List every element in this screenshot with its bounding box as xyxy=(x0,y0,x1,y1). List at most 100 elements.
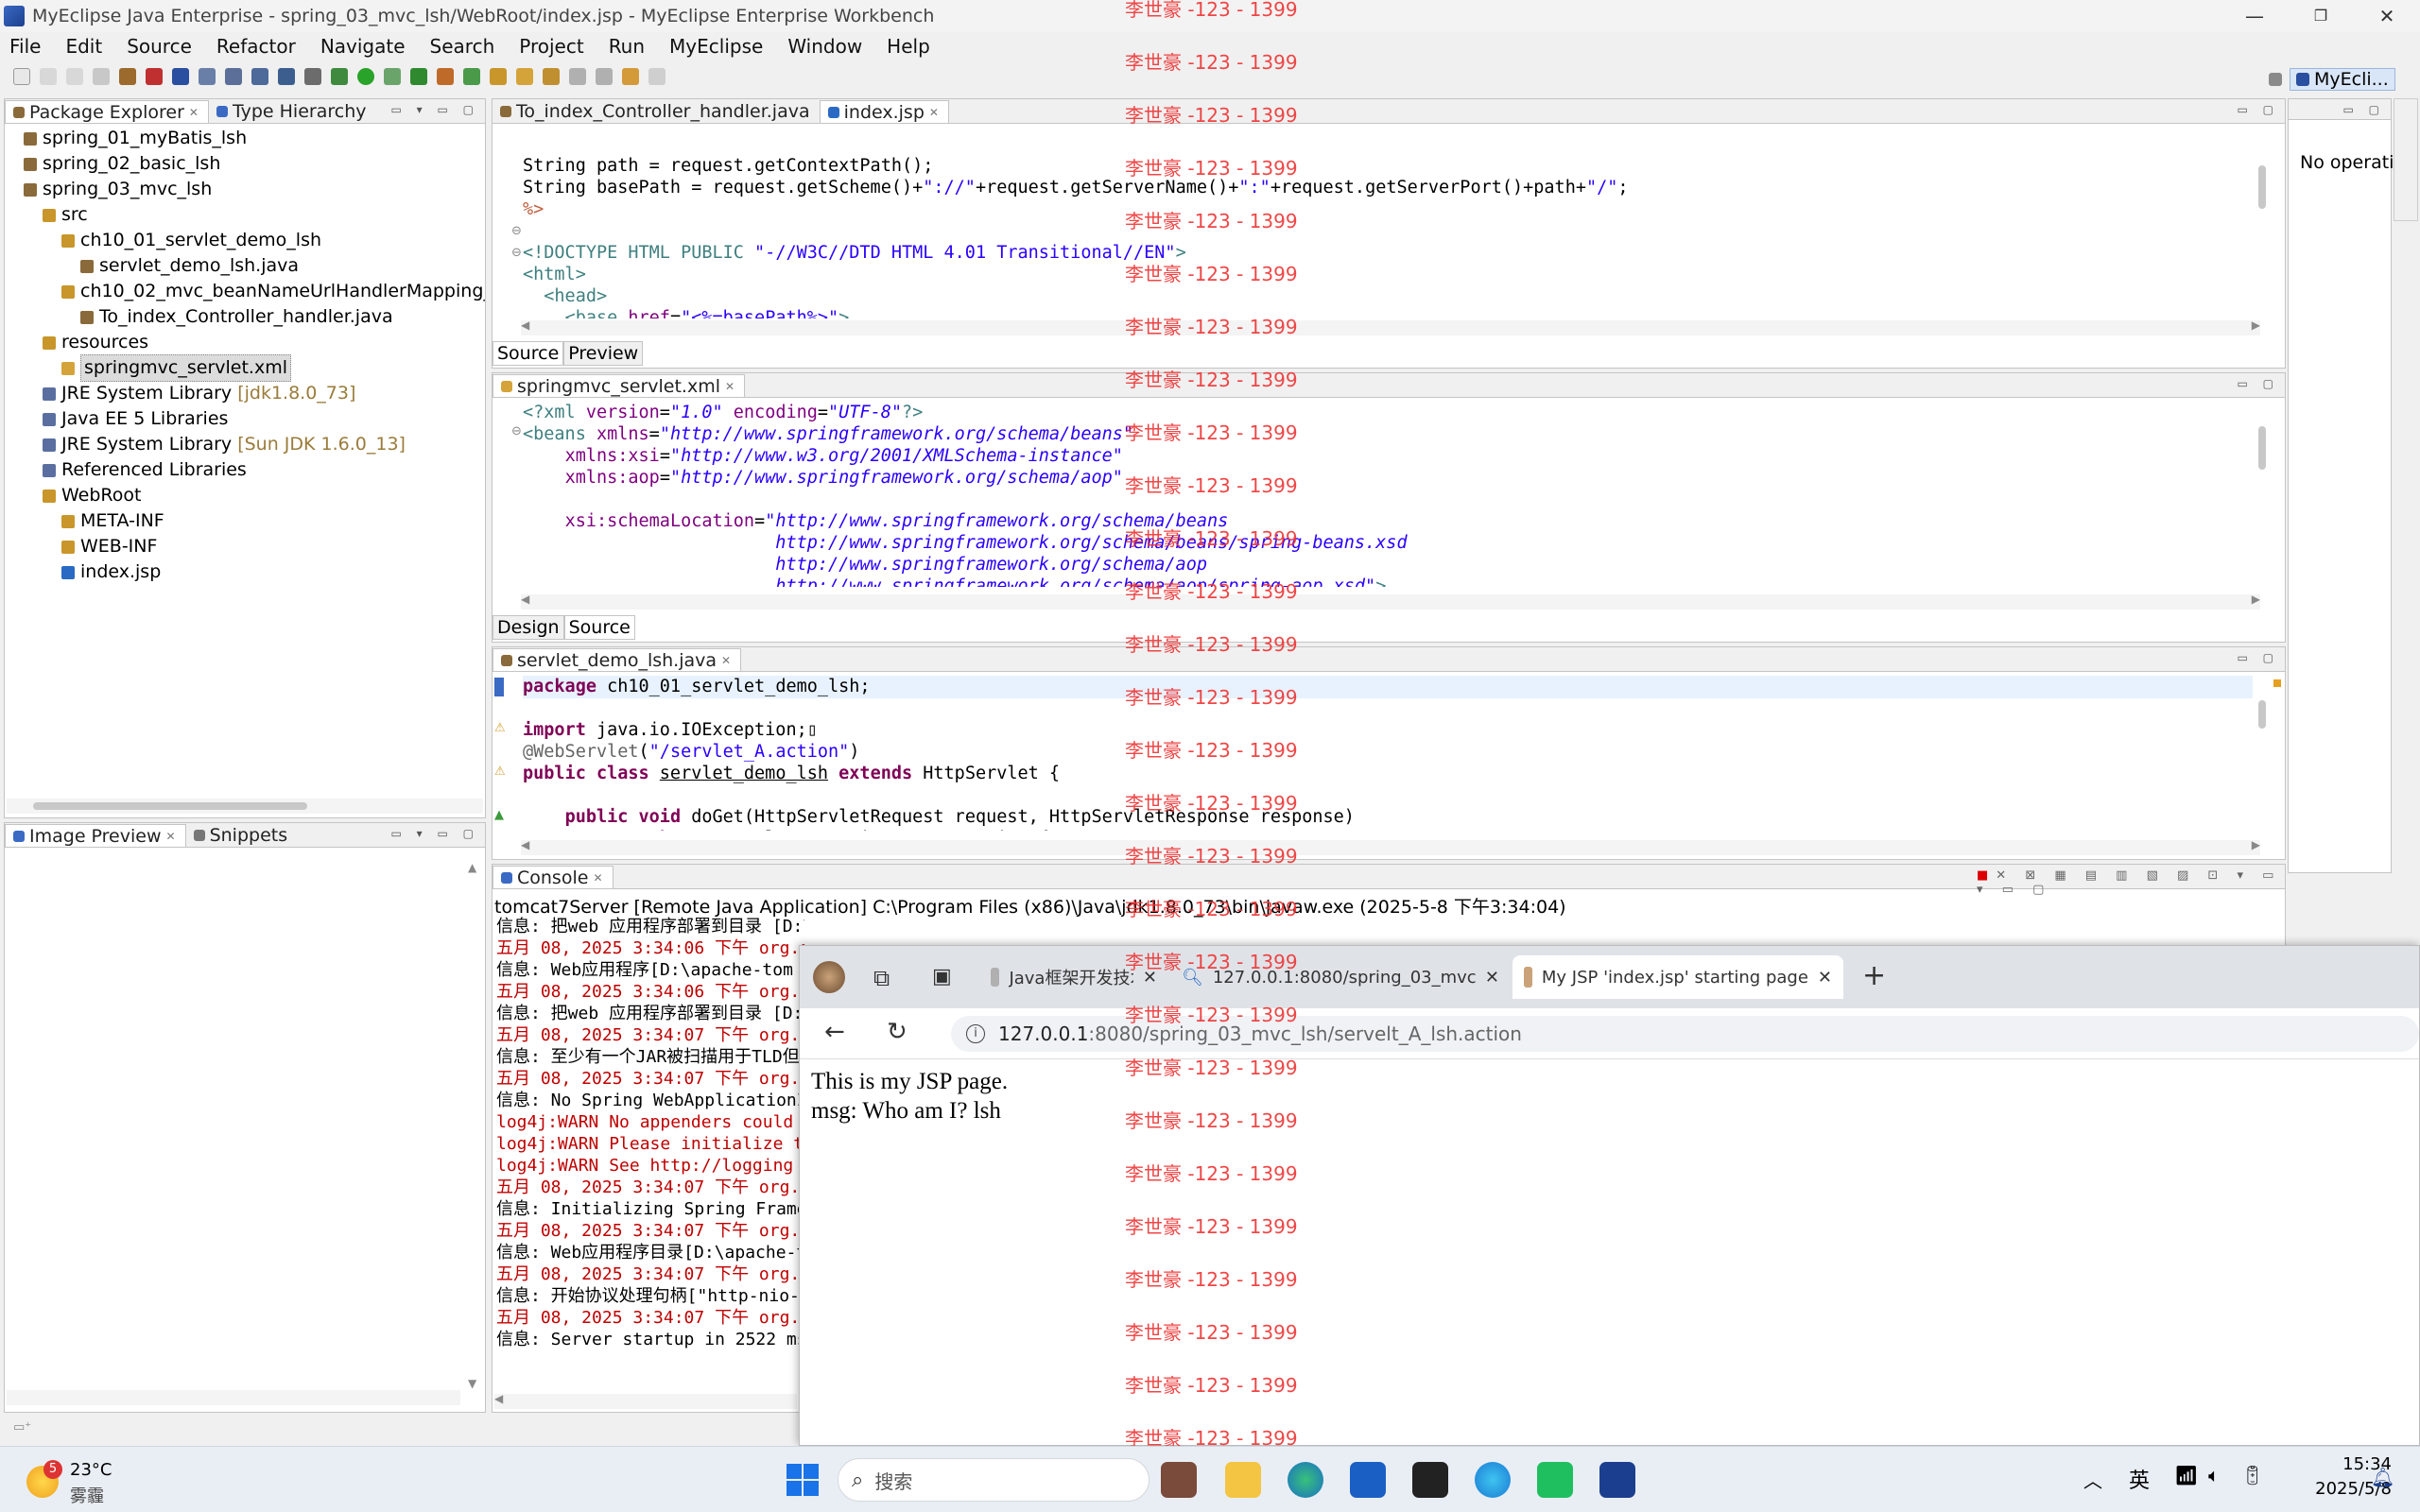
tree-item-file-springmvc-xml[interactable]: springmvc_servlet.xml xyxy=(61,354,291,382)
tree-item-file-index-jsp[interactable]: index.jsp xyxy=(61,559,161,585)
myeclipse-taskbar-icon[interactable] xyxy=(1599,1462,1635,1498)
show-hidden-icons[interactable]: ︿ xyxy=(2083,1466,2102,1493)
coverage-icon[interactable] xyxy=(410,68,427,85)
editor-minmax-icon[interactable]: ▭ ▢ xyxy=(2238,103,2280,116)
open-resource-icon[interactable] xyxy=(251,68,268,85)
tree-item-folder-resources[interactable]: resources xyxy=(43,330,148,355)
tree-item-library-javaee5[interactable]: Java EE 5 Libraries xyxy=(43,406,228,432)
tab-springmvc-xml[interactable]: springmvc_servlet.xml ✕ xyxy=(493,374,746,397)
wifi-icon[interactable]: 📶︎ xyxy=(2174,1464,2198,1486)
file-explorer-icon[interactable] xyxy=(1225,1462,1261,1498)
code-area-jsp[interactable]: String path = request.getContextPath(); … xyxy=(523,133,2247,318)
print-icon[interactable] xyxy=(93,68,110,85)
preview-vscrollbar[interactable]: ▲ ▼ xyxy=(468,861,479,1390)
close-icon[interactable]: ✕ xyxy=(725,380,735,393)
tree-item-project-spring02[interactable]: spring_02_basic_lsh xyxy=(24,151,220,177)
wechat-icon[interactable] xyxy=(1537,1462,1573,1498)
start-button[interactable] xyxy=(785,1462,821,1498)
myeclipse-perspective-button[interactable]: MyEcli... xyxy=(2290,68,2395,91)
new-package-icon[interactable] xyxy=(463,68,480,85)
close-icon[interactable]: ✕ xyxy=(929,106,939,119)
menu-source[interactable]: Source xyxy=(127,35,192,58)
back-icon[interactable] xyxy=(622,68,639,85)
tree-item-file-servlet-demo[interactable]: servlet_demo_lsh.java xyxy=(80,253,299,279)
edge-ai-icon[interactable] xyxy=(1475,1462,1511,1498)
tab-design-view[interactable]: Design xyxy=(493,615,564,640)
collections-icon[interactable]: ⧉ xyxy=(873,965,890,991)
tab-preview-view[interactable]: Preview xyxy=(563,341,644,366)
previous-annotation-icon[interactable] xyxy=(596,68,613,85)
tab-package-explorer[interactable]: Package Explorer ✕ xyxy=(5,100,209,123)
tab-index-jsp[interactable]: index.jsp ✕ xyxy=(819,100,949,123)
project-icon[interactable] xyxy=(172,68,189,85)
web-service-icon[interactable] xyxy=(225,68,242,85)
close-icon[interactable]: ✕ xyxy=(189,106,199,119)
close-icon[interactable]: ✕ xyxy=(593,871,602,885)
battery-icon[interactable]: 🔋︎ xyxy=(2240,1464,2264,1486)
console-hscrollbar[interactable]: ◀ xyxy=(494,1392,797,1409)
deploy-icon[interactable] xyxy=(119,68,136,85)
close-tab-icon[interactable]: ✕ xyxy=(1485,968,1499,988)
tree-item-library-jre-jdk16[interactable]: JRE System Library [Sun JDK 1.6.0_13] xyxy=(43,432,406,457)
fast-view-icon[interactable]: ▭⁺ xyxy=(13,1420,31,1435)
forward-icon[interactable] xyxy=(648,68,666,85)
edit-icon[interactable] xyxy=(516,68,533,85)
menu-run[interactable]: Run xyxy=(609,35,645,58)
weather-widget[interactable]: 5 23°C 雾霾 xyxy=(21,1458,163,1506)
menu-navigate[interactable]: Navigate xyxy=(320,35,406,58)
browser-icon[interactable] xyxy=(278,68,295,85)
tab-source-view[interactable]: Source xyxy=(563,615,635,640)
console-output[interactable]: 信息: 把web 应用程序部署到目录 [D:\apache-tomcat-8.5… xyxy=(493,916,804,1388)
tab-servlet-demo-java[interactable]: servlet_demo_lsh.java ✕ xyxy=(493,648,742,671)
tab-snippets[interactable]: Snippets xyxy=(186,824,298,847)
profile-avatar[interactable] xyxy=(813,961,845,993)
menu-edit[interactable]: Edit xyxy=(65,35,102,58)
tree-item-library-jre-jdk18[interactable]: JRE System Library [jdk1.8.0_73] xyxy=(43,381,355,406)
view-menu-icon[interactable]: ▭ ▾ ▭ ▢ xyxy=(391,827,479,840)
editor-hscrollbar[interactable]: ◀ ▶ xyxy=(521,318,2260,335)
debug-icon[interactable] xyxy=(331,68,348,85)
vertical-tabs-icon[interactable]: ▣ xyxy=(932,965,952,988)
open-folder-icon[interactable] xyxy=(490,68,507,85)
open-perspective-icon[interactable] xyxy=(2269,73,2282,86)
editor-minmax-icon[interactable]: ▭ ▢ xyxy=(2238,651,2280,664)
tree-item-folder-webroot[interactable]: WebRoot xyxy=(43,483,141,508)
menu-window[interactable]: Window xyxy=(787,35,862,58)
code-area-java[interactable]: package ch10_01_servlet_demo_lsh; import… xyxy=(523,676,2247,831)
trim-stack[interactable] xyxy=(2394,98,2418,221)
menu-project[interactable]: Project xyxy=(519,35,583,58)
new-icon[interactable] xyxy=(13,68,30,85)
tree-item-package-ch10-01[interactable]: ch10_01_servlet_demo_lsh xyxy=(61,228,321,253)
menu-refactor[interactable]: Refactor xyxy=(216,35,296,58)
store-icon[interactable] xyxy=(1350,1462,1386,1498)
editor-hscrollbar[interactable]: ◀ ▶ xyxy=(521,838,2260,855)
editor-hscrollbar[interactable]: ◀ ▶ xyxy=(521,593,2260,610)
close-icon[interactable]: ✕ xyxy=(721,654,731,667)
tree-item-project-spring03[interactable]: spring_03_mvc_lsh xyxy=(24,177,212,202)
save-all-icon[interactable] xyxy=(66,68,83,85)
editor-minmax-icon[interactable]: ▭ ▢ xyxy=(2238,377,2280,390)
task-view-icon[interactable] xyxy=(1161,1462,1197,1498)
editor-vscroll-thumb[interactable] xyxy=(2258,426,2266,470)
tab-image-preview[interactable]: Image Preview ✕ xyxy=(5,824,186,847)
tab-type-hierarchy[interactable]: Type Hierarchy xyxy=(209,100,376,123)
open-task-icon[interactable] xyxy=(543,68,560,85)
app-icon[interactable] xyxy=(1412,1462,1448,1498)
back-arrow-icon[interactable]: ← xyxy=(824,1018,845,1046)
tree-item-project-spring01[interactable]: spring_01_myBatis_lsh xyxy=(24,126,247,151)
new-tab-button[interactable]: + xyxy=(1862,959,1886,992)
menu-search[interactable]: Search xyxy=(430,35,495,58)
tab-source-view[interactable]: Source xyxy=(493,341,564,366)
notification-bell-icon[interactable]: 🔔︎ xyxy=(2371,1466,2394,1488)
edge-browser-icon[interactable] xyxy=(1288,1462,1323,1498)
next-annotation-icon[interactable] xyxy=(569,68,586,85)
volume-icon[interactable]: 🔈︎ xyxy=(2208,1464,2220,1486)
maximize-button[interactable]: ❐ xyxy=(2288,0,2354,32)
view-menu-icon[interactable]: ▭ ▾ ▭ ▢ xyxy=(391,103,479,116)
view-menu-icon[interactable]: ▭ ▢ xyxy=(2343,103,2386,116)
minimize-button[interactable]: — xyxy=(2221,0,2288,32)
new-java-class-icon[interactable] xyxy=(437,68,454,85)
tab-to-index-controller[interactable]: To_index_Controller_handler.java xyxy=(493,100,820,123)
code-area-xml[interactable]: <?xml version="1.0" encoding="UTF-8"?> <… xyxy=(523,402,2247,587)
tree-item-package-ch10-02[interactable]: ch10_02_mvc_beanNameUrlHandlerMapping_ls… xyxy=(61,279,485,304)
